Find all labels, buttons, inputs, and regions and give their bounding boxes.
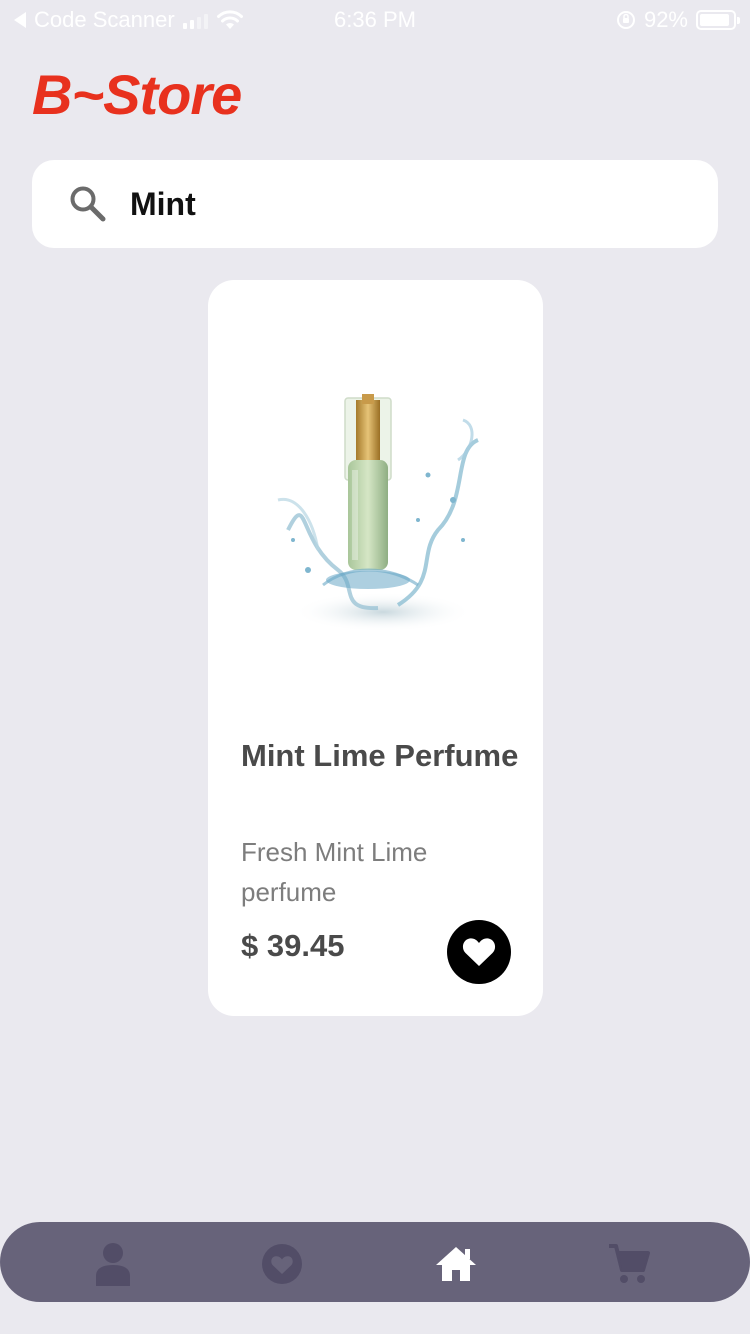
status-bar: Code Scanner 6:36 PM 92%: [0, 0, 750, 40]
nav-profile[interactable]: [91, 1242, 135, 1286]
user-icon: [96, 1243, 130, 1286]
search-bar[interactable]: [32, 160, 718, 248]
home-icon: [436, 1247, 476, 1281]
product-card[interactable]: Mint Lime Perfume Fresh Mint Lime perfum…: [208, 280, 543, 1016]
heart-icon: [462, 938, 496, 966]
brand-logo: B~Store: [32, 63, 242, 126]
battery-fill: [700, 14, 730, 26]
cart-icon: [609, 1244, 650, 1283]
bottom-nav: [0, 1222, 750, 1302]
perfume-bottle-image: [277, 394, 479, 632]
heart-icon: [262, 1244, 302, 1284]
search-icon: [70, 186, 106, 222]
status-right: 92%: [616, 7, 740, 33]
nav-favorites[interactable]: [260, 1242, 304, 1286]
product-price: $ 39.45: [241, 928, 345, 963]
product-name: Mint Lime Perfume: [241, 738, 519, 773]
favorite-button[interactable]: [447, 920, 511, 984]
battery-percent: 92%: [643, 7, 688, 32]
nav-home[interactable]: [434, 1242, 478, 1286]
search-input[interactable]: [130, 185, 650, 223]
battery-icon: [696, 10, 740, 30]
nav-cart[interactable]: [607, 1242, 651, 1286]
rotation-lock-icon: [616, 11, 635, 29]
product-description: Fresh Mint Lime perfume: [241, 837, 428, 907]
